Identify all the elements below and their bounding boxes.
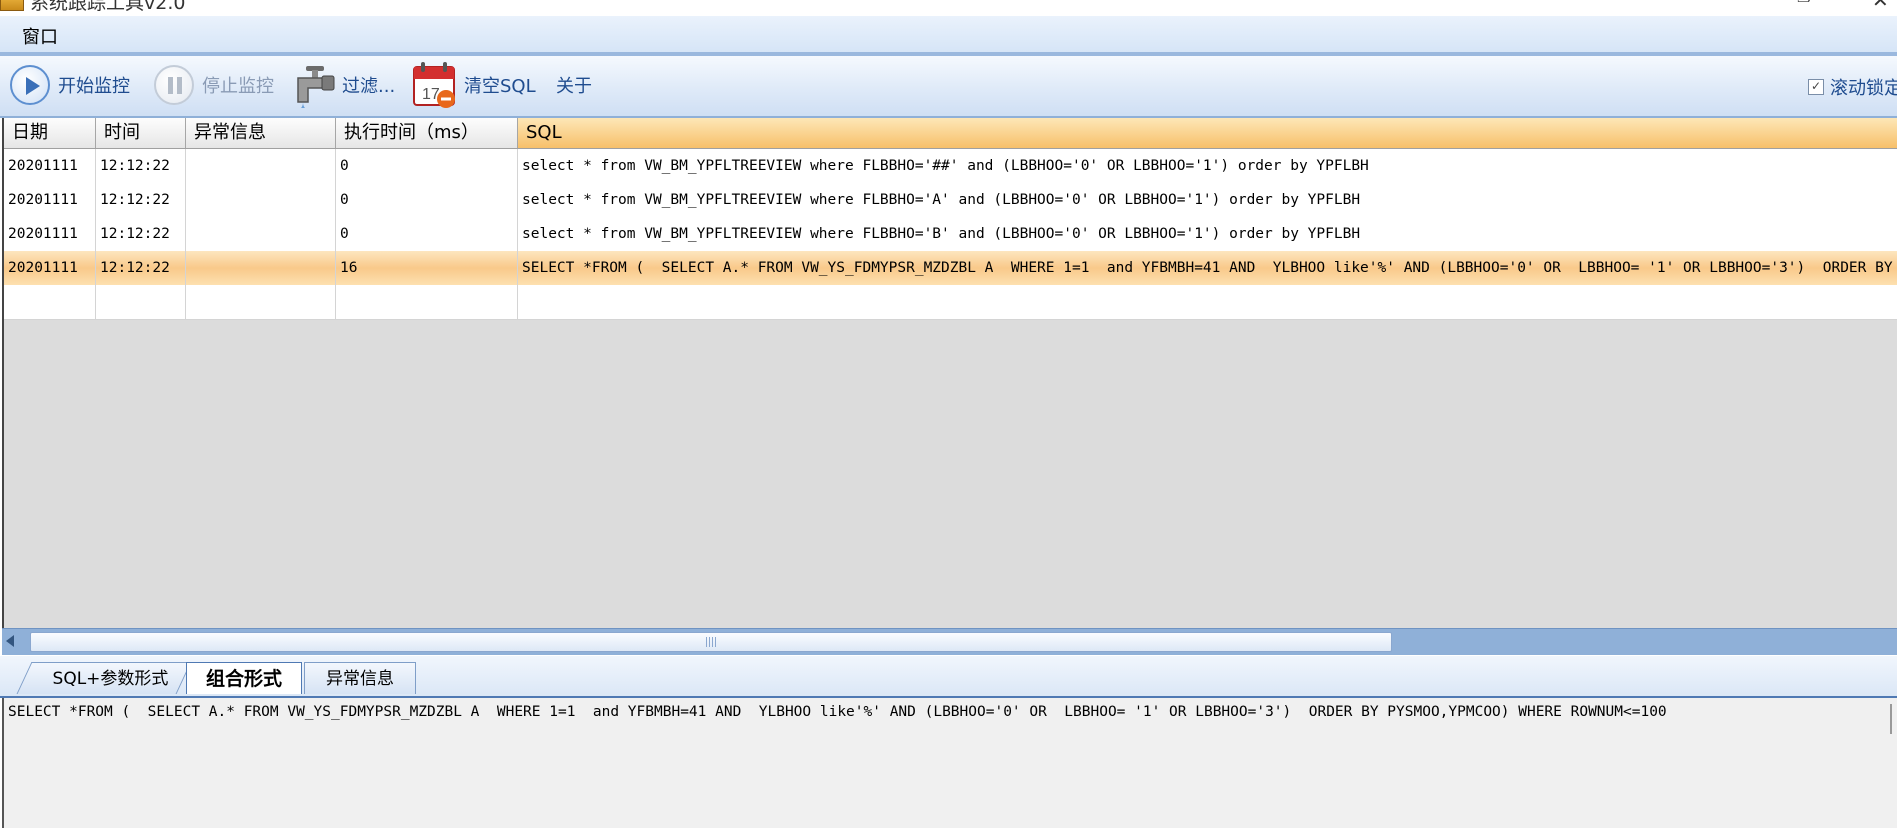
scroll-left-icon[interactable] [6, 635, 14, 647]
cell-date: 20201111 [4, 149, 96, 183]
cell-empty [336, 285, 518, 319]
menu-bar: 窗口 [0, 16, 1897, 53]
cell-duration: 16 [336, 251, 518, 285]
cell-empty [518, 285, 1897, 319]
cell-empty [4, 285, 96, 319]
scroll-lock-label: 滚动锁定 [1830, 78, 1897, 99]
tab-exception[interactable]: 异常信息 [304, 662, 416, 694]
start-monitor-button[interactable]: 开始监控 [10, 60, 130, 110]
cell-date: 20201111 [4, 251, 96, 285]
column-header-time[interactable]: 时间 [96, 118, 186, 148]
stop-monitor-button[interactable]: 停止监控 [154, 60, 274, 110]
horizontal-scrollbar[interactable] [2, 628, 1897, 655]
table-row[interactable]: 20201111 12:12:22 0 select * from VW_BM_… [4, 217, 1897, 252]
about-button[interactable]: 关于 [556, 60, 592, 110]
toolbar: 开始监控 停止监控 过滤... 17 清空SQL 关于 ✓ 滚动锁定 [0, 56, 1897, 118]
filter-button[interactable]: 过滤... [292, 60, 395, 110]
cell-time: 12:12:22 [96, 217, 186, 251]
sql-log-grid: 日期 时间 异常信息 执行时间（ms） SQL 20201111 12:12:2… [2, 118, 1897, 628]
table-row[interactable]: 20201111 12:12:22 0 select * from VW_BM_… [4, 149, 1897, 184]
column-header-error[interactable]: 异常信息 [186, 118, 336, 148]
grid-header: 日期 时间 异常信息 执行时间（ms） SQL [4, 118, 1897, 149]
cell-duration: 0 [336, 183, 518, 217]
cell-empty [186, 285, 336, 319]
title-bar: 系统跟踪工具v2.0 ❐ ✕ [0, 0, 1897, 16]
cell-sql: SELECT *FROM ( SELECT A.* FROM VW_YS_FDM… [522, 260, 1893, 276]
scroll-lock-checkbox[interactable]: ✓ 滚动锁定 [1808, 74, 1897, 100]
cell-time: 12:12:22 [96, 149, 186, 183]
restore-icon[interactable]: ❐ [1797, 0, 1811, 5]
close-icon[interactable]: ✕ [1872, 0, 1889, 12]
app-icon [0, 0, 24, 11]
sql-detail-text: SELECT *FROM ( SELECT A.* FROM VW_YS_FDM… [8, 704, 1667, 720]
tab-sql-params-label: SQL+参数形式 [52, 669, 169, 689]
cell-duration: 0 [336, 217, 518, 251]
cell-sql: select * from VW_BM_YPFLTREEVIEW where F… [522, 158, 1369, 174]
grip-icon [706, 637, 716, 647]
column-header-sql[interactable]: SQL [518, 118, 1897, 148]
cell-sql: select * from VW_BM_YPFLTREEVIEW where F… [522, 226, 1361, 242]
pause-icon [154, 65, 194, 105]
table-row-empty[interactable] [4, 285, 1897, 320]
start-monitor-label: 开始监控 [58, 76, 130, 97]
stop-monitor-label: 停止监控 [202, 76, 274, 97]
cell-empty [96, 285, 186, 319]
clear-sql-button[interactable]: 17 清空SQL [412, 60, 536, 110]
checkbox-checked-icon: ✓ [1808, 79, 1824, 95]
tab-combined[interactable]: 组合形式 [186, 662, 302, 694]
play-icon [10, 65, 50, 105]
cell-error [186, 183, 336, 217]
clear-sql-label: 清空SQL [464, 76, 536, 97]
table-row[interactable]: 20201111 12:12:22 0 select * from VW_BM_… [4, 183, 1897, 218]
cell-error [186, 149, 336, 183]
cell-time: 12:12:22 [96, 251, 186, 285]
table-row-selected[interactable]: 20201111 12:12:22 16 SELECT *FROM ( SELE… [4, 251, 1897, 286]
menu-item-window[interactable]: 窗口 [20, 23, 60, 49]
filter-label: 过滤... [342, 76, 396, 97]
sql-detail-textarea[interactable]: SELECT *FROM ( SELECT A.* FROM VW_YS_FDM… [2, 698, 1897, 828]
cell-date: 20201111 [4, 183, 96, 217]
cell-date: 20201111 [4, 217, 96, 251]
cell-time: 12:12:22 [96, 183, 186, 217]
scrollbar-thumb[interactable] [30, 632, 1392, 652]
cell-error [186, 251, 336, 285]
cell-duration: 0 [336, 149, 518, 183]
cell-sql: select * from VW_BM_YPFLTREEVIEW where F… [522, 192, 1361, 208]
window-title: 系统跟踪工具v2.0 [30, 0, 186, 14]
column-header-duration[interactable]: 执行时间（ms） [336, 118, 518, 148]
faucet-icon [297, 66, 335, 108]
vertical-scrollbar[interactable] [1890, 704, 1892, 734]
about-label: 关于 [556, 76, 592, 97]
column-header-date[interactable]: 日期 [4, 118, 96, 148]
detail-tab-strip: SQL+参数形式 组合形式 异常信息 [0, 656, 1897, 698]
calendar-clear-icon: 17 [413, 62, 455, 108]
cell-error [186, 217, 336, 251]
tab-sql-params[interactable]: SQL+参数形式 [16, 662, 192, 694]
